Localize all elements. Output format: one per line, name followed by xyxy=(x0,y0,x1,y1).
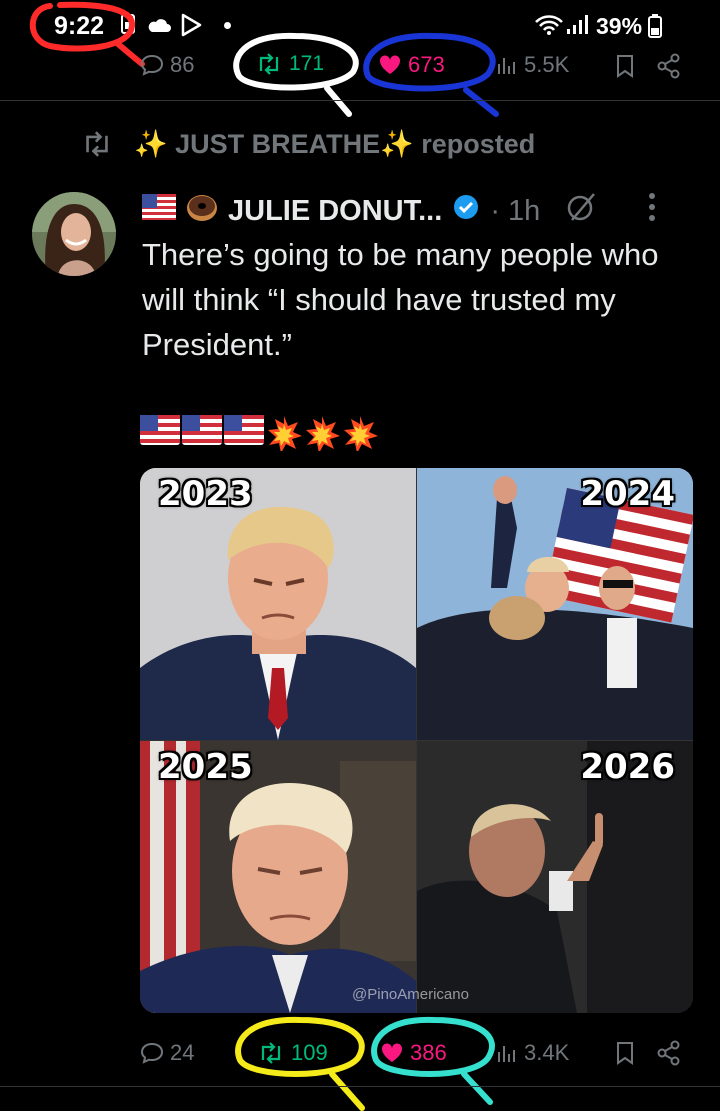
cyan-annotation-circle xyxy=(371,1016,495,1105)
media-panel-2023: 2023 xyxy=(140,468,416,740)
donut-emoji-icon xyxy=(186,192,218,230)
year-label: 2026 xyxy=(580,747,675,787)
repost-context-label: ✨ JUST BREATHE✨ reposted xyxy=(134,129,536,159)
views-count: 3.4K xyxy=(524,1040,570,1065)
repost-context-icon xyxy=(86,131,108,157)
flag-emoji-icon xyxy=(224,415,264,445)
top-reply-button[interactable]: 86 xyxy=(140,52,194,78)
divider xyxy=(0,100,720,101)
more-options-icon[interactable] xyxy=(648,192,656,230)
year-label: 2024 xyxy=(580,474,675,514)
flag-emoji-icon xyxy=(142,194,176,228)
top-reply-count: 86 xyxy=(170,52,195,77)
verified-badge-icon xyxy=(452,193,480,229)
white-annotation-circle xyxy=(233,32,359,117)
bookmark-icon[interactable] xyxy=(614,54,636,78)
media-panel-2024: 2024 xyxy=(417,468,693,740)
emoji-line xyxy=(140,415,378,451)
battery-percent: 39% xyxy=(596,13,643,39)
collision-emoji-icon xyxy=(306,416,340,451)
reply-count: 24 xyxy=(170,1040,195,1065)
flag-emoji-icon xyxy=(182,415,222,445)
reply-icon xyxy=(140,1042,164,1064)
tweet-header: JULIE DONUT... · 1h xyxy=(142,190,656,232)
media-watermark: @PinoAmericano xyxy=(352,986,469,1003)
repost-context[interactable]: ✨ JUST BREATHE✨ reposted xyxy=(80,128,535,160)
bookmark-icon[interactable] xyxy=(614,1041,636,1065)
views-button[interactable]: 3.4K xyxy=(496,1040,569,1066)
share-icon[interactable] xyxy=(656,1040,682,1066)
wifi-icon xyxy=(534,14,564,41)
share-icon[interactable] xyxy=(656,53,682,79)
play-store-icon xyxy=(180,13,202,42)
flag-emoji-icon xyxy=(140,415,180,445)
red-annotation-circle xyxy=(29,1,145,67)
blue-annotation-circle xyxy=(363,32,499,117)
grok-icon[interactable] xyxy=(564,190,598,232)
tweet-text: There’s going to be many people who will… xyxy=(142,237,659,362)
battery-icon xyxy=(648,14,662,43)
year-label: 2025 xyxy=(158,747,253,787)
author-name[interactable]: JULIE DONUT... xyxy=(228,195,442,228)
signal-icon xyxy=(566,14,590,41)
divider xyxy=(0,1086,720,1087)
media-panel-2025: 2025 xyxy=(140,741,416,1013)
tweet-time: · 1h xyxy=(490,194,541,227)
media-image-grid[interactable]: 2023 2024 2025 2026 @PinoAmericano xyxy=(140,468,693,1013)
reply-button[interactable]: 24 xyxy=(140,1040,194,1066)
yellow-annotation-circle xyxy=(235,1016,365,1111)
media-panel-2026: 2026 xyxy=(417,741,693,1013)
reply-icon xyxy=(140,54,164,76)
avatar[interactable] xyxy=(32,192,116,276)
collision-emoji-icon xyxy=(344,416,378,451)
year-label: 2023 xyxy=(158,474,253,514)
top-views-count: 5.5K xyxy=(524,52,570,77)
collision-emoji-icon xyxy=(268,416,302,451)
notification-dot-icon xyxy=(224,22,231,29)
